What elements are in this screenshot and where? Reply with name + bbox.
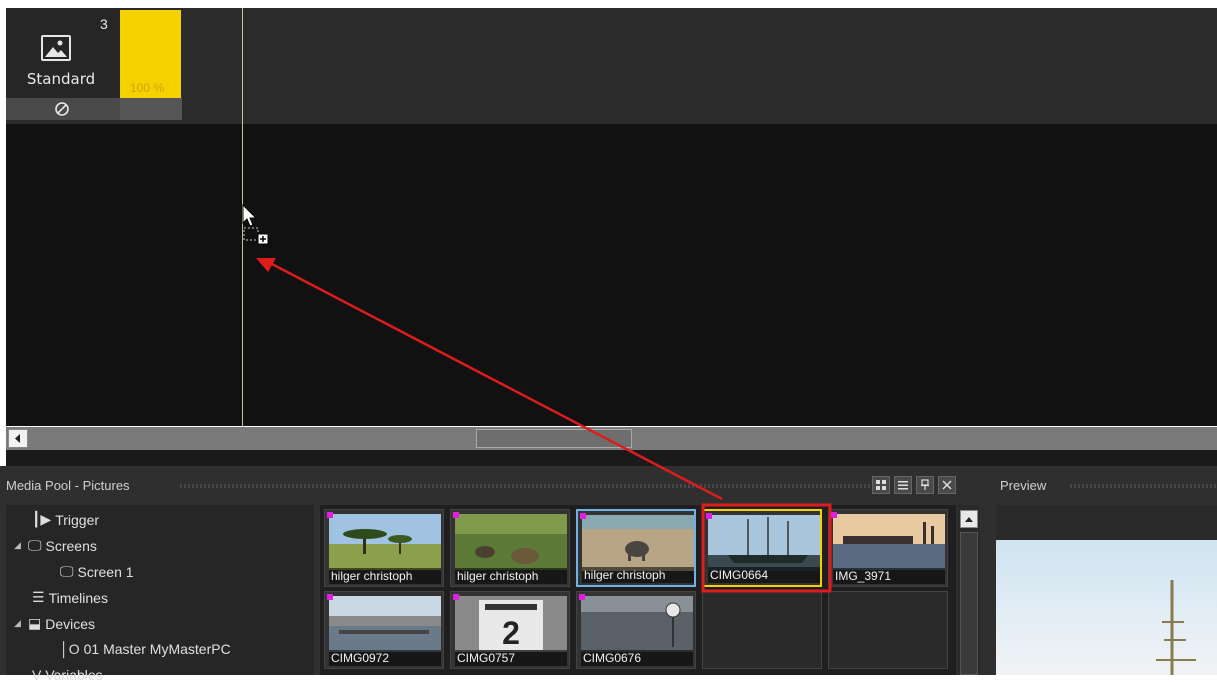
devices-icon: ⬓ [28, 615, 42, 631]
media-item[interactable]: hilger christoph [324, 509, 444, 587]
tree-item-label: Screens [45, 537, 97, 554]
trigger-icon: ┃▶ [32, 511, 52, 527]
close-button[interactable] [938, 476, 956, 494]
panel-title: Media Pool - Pictures [6, 478, 130, 493]
sailing-ship-thumbnail [708, 515, 820, 571]
color-tag [580, 513, 586, 519]
media-tree[interactable]: ┃▶ Trigger ◢ 🖵 Screens 🖵 Screen 1 ☰ Time… [6, 505, 314, 683]
media-item[interactable]: CIMG0676 [576, 591, 696, 669]
tree-item-variables[interactable]: V Variables [32, 667, 103, 683]
tree-item-label: Trigger [55, 511, 100, 528]
track-name: Standard [26, 70, 96, 88]
media-item[interactable]: CIMG0972 [324, 591, 444, 669]
elephant-beach-thumbnail [582, 515, 694, 571]
close-icon [942, 480, 952, 490]
color-tag [327, 594, 333, 600]
preview-image [996, 540, 1217, 675]
scroll-track[interactable] [960, 532, 978, 675]
track-number: 3 [100, 16, 108, 32]
disabled-icon [55, 102, 69, 116]
color-tag [831, 512, 837, 518]
grass-animals-thumbnail [455, 514, 567, 570]
drag-cursor-icon [240, 203, 276, 255]
media-item-label: CIMG0664 [708, 567, 820, 583]
media-item[interactable]: hilger christoph [576, 509, 696, 587]
track-opacity-label: 100 % [130, 81, 165, 95]
variables-icon: V [32, 667, 42, 683]
expand-arrow-icon: ◢ [14, 618, 21, 628]
media-item[interactable]: hilger christoph [450, 509, 570, 587]
tree-item-label: 01 Master MyMasterPC [83, 641, 231, 657]
tree-item-trigger[interactable]: ┃▶ Trigger [32, 511, 99, 528]
scroll-thumb[interactable] [476, 429, 632, 448]
title-grip [180, 484, 870, 488]
device-icon: │O [60, 641, 80, 657]
list-view-button[interactable] [894, 476, 912, 494]
tree-item-label: Devices [45, 615, 96, 632]
city-waterfront-thumbnail [329, 596, 441, 652]
media-item[interactable]: IMG_3971 [828, 509, 948, 587]
title-grip [1070, 484, 1217, 488]
color-tag [579, 594, 585, 600]
expand-arrow-icon: ◢ [14, 540, 21, 550]
river-clock-thumbnail [581, 596, 693, 652]
color-tag [706, 513, 712, 519]
scroll-up-button[interactable] [960, 510, 978, 528]
color-tag [453, 512, 459, 518]
track-option-button[interactable] [120, 98, 182, 120]
list-view-icon [898, 481, 908, 490]
grid-view-button[interactable] [872, 476, 890, 494]
timelines-icon: ☰ [32, 589, 45, 605]
screens-icon: 🖵 [28, 537, 42, 553]
pin-button[interactable] [916, 476, 934, 494]
tree-item-label: Variables [45, 667, 103, 683]
mute-button[interactable] [6, 98, 118, 120]
preview-title: Preview [1000, 478, 1047, 493]
savanna-tree-thumbnail [329, 514, 441, 570]
media-item-label: IMG_3971 [833, 568, 945, 584]
tree-item-label: Screen 1 [77, 563, 134, 580]
media-item-label: CIMG0972 [329, 650, 441, 666]
empty-slot[interactable] [828, 591, 948, 669]
tree-item-screen-1[interactable]: 🖵 Screen 1 [60, 563, 134, 580]
panel-divider [6, 450, 1217, 466]
media-grid: hilger christoph hilger christoph hilger… [320, 505, 956, 675]
tree-item-timelines[interactable]: ☰ Timelines [32, 589, 108, 606]
tree-item-screens[interactable]: ◢ 🖵 Screens [14, 537, 97, 554]
media-item-label: CIMG0676 [581, 650, 693, 666]
preview-toolbar [996, 505, 1217, 540]
grid-view-icon [876, 480, 886, 490]
media-item[interactable]: 2 CIMG0757 [450, 591, 570, 669]
svg-text:2: 2 [502, 615, 520, 651]
number-sign-thumbnail: 2 [455, 596, 567, 652]
tree-item-devices[interactable]: ◢ ⬓ Devices [14, 615, 95, 632]
tree-item-label: Timelines [48, 589, 108, 606]
caret-up-icon [965, 517, 973, 522]
caret-left-icon [15, 434, 20, 443]
pin-icon [921, 479, 929, 490]
harbor-sunset-thumbnail [833, 514, 945, 570]
empty-slot[interactable] [702, 591, 822, 669]
screen-icon: 🖵 [60, 563, 74, 579]
media-item-label: hilger christoph [329, 568, 441, 584]
scroll-left-button[interactable] [8, 429, 28, 448]
timeline-header [6, 8, 1217, 124]
color-tag [327, 512, 333, 518]
media-item-selected[interactable]: CIMG0664 [702, 509, 822, 587]
color-tag [453, 594, 459, 600]
picture-icon [41, 35, 71, 61]
media-item-label: hilger christoph [455, 568, 567, 584]
media-item-label: CIMG0757 [455, 650, 567, 666]
tree-item-master-device[interactable]: │O 01 Master MyMasterPC [60, 641, 231, 657]
timeline-canvas[interactable] [6, 124, 1217, 426]
media-item-label: hilger christoph [582, 567, 694, 583]
